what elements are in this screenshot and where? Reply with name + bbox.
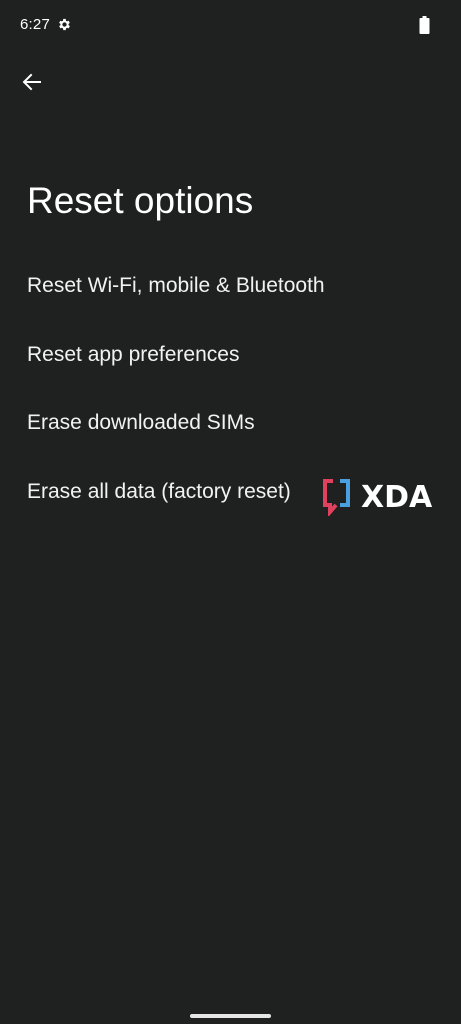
option-erase-downloaded-sims[interactable]: Erase downloaded SIMs: [0, 389, 461, 458]
option-reset-network[interactable]: Reset Wi-Fi, mobile & Bluetooth: [0, 252, 461, 321]
status-bar: 6:27: [0, 0, 461, 50]
gear-icon: [59, 18, 70, 31]
arrow-left-icon: [22, 73, 41, 91]
logo-bracket-left: [323, 479, 338, 516]
page-title: Reset options: [27, 180, 254, 221]
logo-bracket-right: [340, 479, 350, 507]
battery-icon: [419, 16, 430, 34]
back-button[interactable]: [14, 64, 50, 100]
logo-text: XDA: [361, 480, 433, 515]
home-indicator[interactable]: [190, 1014, 271, 1018]
xda-watermark-logo: XDA: [323, 479, 433, 516]
option-reset-app-preferences[interactable]: Reset app preferences: [0, 321, 461, 390]
status-time: 6:27: [20, 16, 50, 33]
